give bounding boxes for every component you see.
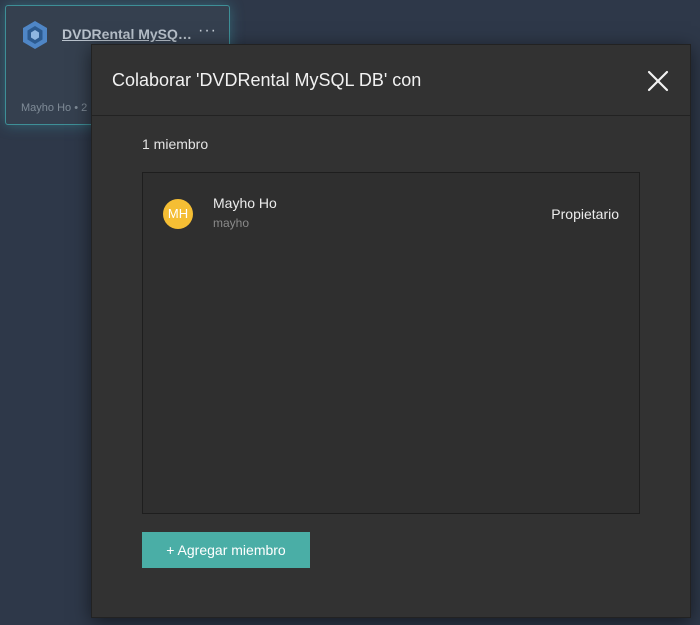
member-role: Propietario xyxy=(551,206,619,222)
dialog-header: Colaborar 'DVDRental MySQL DB' con xyxy=(92,45,690,116)
card-more-options-icon[interactable]: ··· xyxy=(198,22,217,40)
member-row: MH Mayho Ho mayho Propietario xyxy=(143,173,639,243)
database-hexagon-icon xyxy=(23,21,47,49)
dialog-title: Colaborar 'DVDRental MySQL DB' con xyxy=(112,70,422,90)
member-count: 1 miembro xyxy=(142,136,209,152)
card-meta: Mayho Ho • 2 xyxy=(21,102,88,114)
add-member-button[interactable]: + Agregar miembro xyxy=(142,532,310,568)
avatar: MH xyxy=(163,199,193,229)
member-username: mayho xyxy=(213,216,250,230)
close-icon[interactable] xyxy=(647,70,669,92)
member-name: Mayho Ho xyxy=(213,195,277,211)
card-title-link[interactable]: DVDRental MySQL DB xyxy=(62,26,197,42)
collaborate-dialog: Colaborar 'DVDRental MySQL DB' con 1 mie… xyxy=(91,44,691,618)
member-list: MH Mayho Ho mayho Propietario xyxy=(142,172,640,514)
